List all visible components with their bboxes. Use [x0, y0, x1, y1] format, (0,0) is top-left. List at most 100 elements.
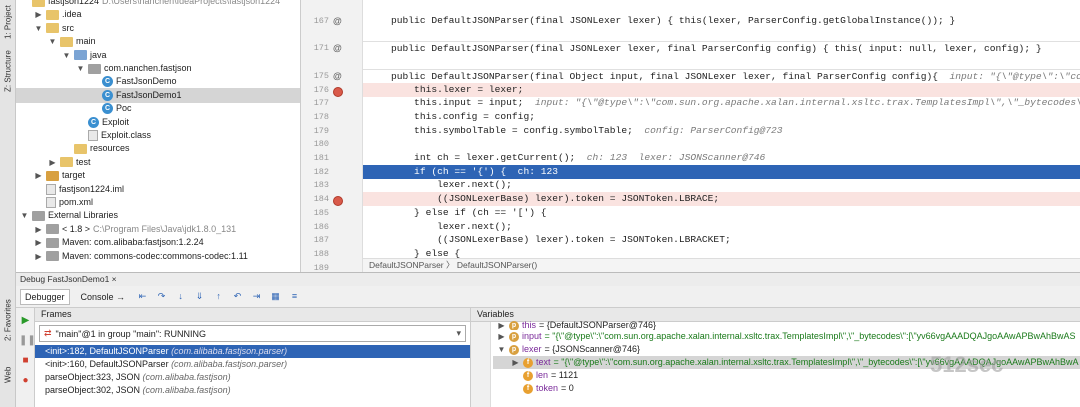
code-line[interactable]: public DefaultJSONParser(final JSONLexer…: [363, 41, 1080, 55]
variable-name: len: [536, 370, 549, 380]
code-line[interactable]: this.config = config;: [363, 110, 1080, 124]
tab-favorites[interactable]: 2: Favorites: [1, 299, 15, 341]
variable-name: token: [536, 383, 559, 393]
debug-title-bar: Debug FastJsonDemo1 ×: [16, 272, 1080, 286]
view-breakpoints-icon[interactable]: ●: [19, 374, 32, 387]
code-text: int ch = lexer.getCurrent();: [368, 152, 576, 163]
variable-row[interactable]: f token = 0: [493, 382, 1080, 395]
run-to-cursor-icon[interactable]: ⇥: [250, 290, 263, 303]
code-line[interactable]: this.lexer = lexer;: [363, 82, 1080, 97]
folder-icon: [32, 0, 45, 7]
settings-icon[interactable]: ≡: [288, 290, 301, 303]
chevron-right-icon[interactable]: ▶: [34, 249, 43, 264]
frame-package: (com.alibaba.fastjson.parser): [171, 359, 288, 369]
tree-item[interactable]: ▶ Maven: commons-codec:commons-codec:1.11: [16, 249, 300, 264]
debug-toolbar: Debugger Console → ⇤ ↷ ↓ ⇓ ↑ ↶ ⇥ ▦ ≡: [16, 286, 1080, 308]
code-line[interactable]: } else {: [363, 247, 1080, 258]
code-line[interactable]: this.input = input; input: "{\"@type\":\…: [363, 96, 1080, 110]
tab-console[interactable]: Console →: [76, 289, 131, 305]
variable-value: = "{\"@type\":\"com.sun.org.apache.xalan…: [544, 331, 1076, 341]
line-number: 188: [313, 248, 329, 259]
stop-icon[interactable]: ■: [19, 354, 32, 367]
thread-icon: ⇄: [44, 328, 52, 338]
inline-value-hint: ch: 123 lexer: JSONScanner@746: [575, 152, 766, 163]
variable-value: = {JSONScanner@746}: [544, 344, 640, 354]
code-line[interactable]: lexer.next();: [363, 220, 1080, 234]
source-folder-icon: [74, 50, 87, 61]
step-out-icon[interactable]: ↑: [212, 290, 225, 303]
line-number: 171: [313, 43, 329, 54]
line-number: 180: [313, 139, 329, 150]
pause-icon[interactable]: ❚❚: [19, 334, 36, 347]
field-icon: f: [523, 370, 533, 381]
library-icon: [46, 224, 59, 235]
step-into-icon[interactable]: ↓: [174, 290, 187, 303]
line-number: 186: [313, 221, 329, 232]
variable-value: = 0: [561, 383, 574, 393]
variable-row[interactable]: ▶ p this = {DefaultJSONParser@746}: [493, 321, 1080, 330]
drop-frame-icon[interactable]: ↶: [231, 290, 244, 303]
library-icon: [46, 237, 59, 248]
chevron-down-icon[interactable]: ▼: [497, 343, 506, 356]
code-line[interactable]: [363, 55, 1080, 69]
variable-name: lexer: [522, 344, 542, 354]
stack-frame[interactable]: <init>:160, DefaultJSONParser (com.aliba…: [35, 358, 470, 371]
thread-selector[interactable]: ⇄ "main"@1 in group "main": RUNNING ▾: [39, 325, 466, 342]
code-editor[interactable]: public DefaultJSONParser(final JSONLexer…: [363, 0, 1080, 258]
code-line[interactable]: ((JSONLexerBase) lexer).token = JSONToke…: [363, 192, 1080, 207]
java-class-icon: C: [102, 89, 113, 101]
stack-frame[interactable]: parseObject:323, JSON (com.alibaba.fastj…: [35, 371, 470, 384]
code-line[interactable]: [363, 137, 1080, 151]
line-number: 167: [313, 16, 329, 26]
chevron-right-icon[interactable]: ▶: [497, 330, 506, 343]
tab-debugger[interactable]: Debugger: [20, 288, 70, 305]
stack-frame[interactable]: <init>:182, DefaultJSONParser (com.aliba…: [35, 345, 470, 358]
tab-project[interactable]: 1: Project: [1, 2, 15, 42]
code-line[interactable]: public DefaultJSONParser(final JSONLexer…: [363, 14, 1080, 28]
frame-method: <init>:160, DefaultJSONParser: [45, 359, 172, 369]
breakpoint-icon[interactable]: [333, 86, 343, 97]
resume-icon[interactable]: ▶: [19, 314, 32, 327]
parameter-icon: p: [509, 321, 519, 330]
tab-structure[interactable]: Z: Structure: [1, 46, 15, 96]
force-step-into-icon[interactable]: ⇓: [193, 290, 206, 303]
folder-icon: [60, 36, 73, 47]
code-line[interactable]: int ch = lexer.getCurrent(); ch: 123 lex…: [363, 151, 1080, 165]
java-class-icon: C: [88, 116, 99, 128]
java-class-icon: C: [102, 76, 113, 88]
parameter-icon: p: [509, 331, 519, 342]
code-line[interactable]: ((JSONLexerBase) lexer).token = JSONToke…: [363, 233, 1080, 247]
library-icon: [32, 210, 45, 221]
frames-panel: Frames ⇄ "main"@1 in group "main": RUNNI…: [35, 308, 471, 407]
show-execution-point-icon[interactable]: ⇤: [136, 290, 149, 303]
code-line[interactable]: } else if (ch == '[') {: [363, 206, 1080, 220]
code-line[interactable]: lexer.next();: [363, 178, 1080, 192]
code-line[interactable]: public DefaultJSONParser(final Object in…: [363, 68, 1080, 83]
variables-header: Variables: [471, 308, 1080, 322]
folder-icon: [60, 157, 73, 168]
frame-package: (com.alibaba.fastjson): [142, 385, 231, 395]
code-line[interactable]: [363, 28, 1080, 42]
breadcrumb[interactable]: DefaultJSONParser 〉 DefaultJSONParser(): [363, 258, 1080, 272]
chevron-right-icon[interactable]: ▶: [511, 356, 520, 369]
breakpoint-icon[interactable]: [333, 196, 343, 207]
code-line[interactable]: if (ch == '{') { ch: 123: [363, 164, 1080, 179]
line-number: 177: [313, 98, 329, 109]
chevron-down-icon[interactable]: ▾: [456, 328, 465, 339]
stack-frame[interactable]: parseObject:302, JSON (com.alibaba.fastj…: [35, 384, 470, 397]
variables-toolbar: [471, 322, 491, 407]
debug-side-toolbar: ▶ ❚❚ ■ ●: [16, 308, 36, 407]
tab-web[interactable]: Web: [1, 360, 15, 390]
step-over-icon[interactable]: ↷: [155, 290, 168, 303]
variable-row[interactable]: ▶ p input = "{\"@type\":\"com.sun.org.apac…: [493, 330, 1080, 343]
code-line[interactable]: this.symbolTable = config.symbolTable; c…: [363, 124, 1080, 138]
line-number: 185: [313, 207, 329, 218]
chevron-right-icon[interactable]: ▶: [497, 321, 506, 330]
code-text: this.input = input;: [368, 97, 524, 109]
parameter-icon: p: [509, 344, 519, 355]
frame-method: parseObject:323, JSON: [45, 372, 143, 382]
package-icon: [88, 63, 101, 74]
code-text: this.symbolTable = config.symbolTable;: [368, 124, 633, 136]
tree-item-label: Maven: commons-codec:commons-codec:1.11: [62, 250, 248, 261]
evaluate-icon[interactable]: ▦: [269, 290, 282, 303]
